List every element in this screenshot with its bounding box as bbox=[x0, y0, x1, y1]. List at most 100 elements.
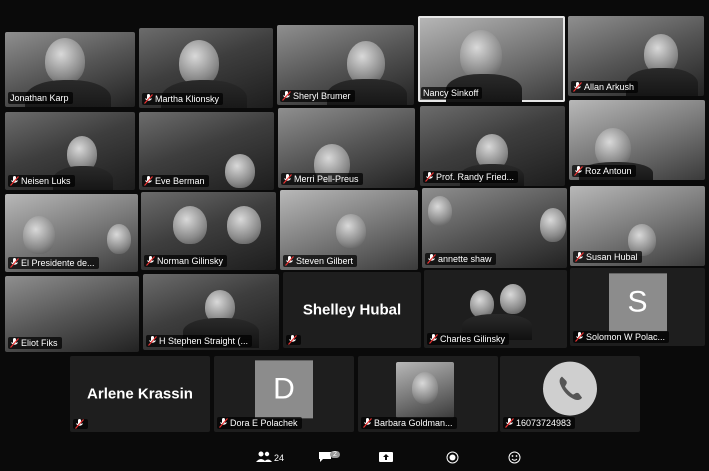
participant-name: El Presidente de... bbox=[21, 258, 95, 268]
video-tile[interactable]: Prof. Randy Fried... bbox=[420, 106, 565, 186]
participant-video bbox=[428, 196, 452, 226]
muted-mic-icon bbox=[148, 336, 157, 346]
video-grid: Jonathan Karp Martha Klionsky Sheryl Bru… bbox=[0, 0, 709, 471]
video-tile[interactable]: Eve Berman bbox=[139, 112, 274, 190]
phone-icon bbox=[543, 361, 597, 416]
participant-name: Eliot Fiks bbox=[21, 338, 58, 348]
video-tile[interactable]: 16073724983 bbox=[500, 356, 640, 432]
video-tile[interactable]: Susan Hubal bbox=[570, 186, 705, 266]
muted-mic-icon bbox=[288, 335, 297, 345]
avatar-letter: S bbox=[608, 273, 667, 332]
participant-name: Solomon W Polac... bbox=[586, 332, 666, 342]
muted-mic-icon bbox=[144, 94, 153, 104]
video-tile[interactable]: Allan Arkush bbox=[568, 16, 704, 96]
participant-name: Norman Gilinsky bbox=[157, 256, 224, 266]
video-tile[interactable]: Charles Gilinsky bbox=[424, 270, 567, 348]
participant-name-label: annette shaw bbox=[425, 253, 496, 265]
reactions-button[interactable] bbox=[508, 451, 521, 466]
participant-name-label: Martha Klionsky bbox=[142, 93, 224, 105]
active-speaker-tile[interactable]: Nancy Sinkoff bbox=[418, 16, 565, 102]
muted-mic-icon bbox=[283, 174, 292, 184]
participant-name: H Stephen Straight (... bbox=[159, 336, 249, 346]
participants-button[interactable]: 24 bbox=[256, 451, 284, 465]
video-tile[interactable]: Steven Gilbert bbox=[280, 190, 418, 270]
participant-name-label bbox=[286, 335, 301, 345]
video-tile[interactable]: Arlene Krassin bbox=[70, 356, 210, 432]
participant-video bbox=[173, 206, 207, 244]
participant-name-label: 16073724983 bbox=[503, 417, 576, 429]
participant-name-label: Roz Antoun bbox=[572, 165, 636, 177]
share-screen-icon bbox=[378, 451, 394, 465]
participant-name: Steven Gilbert bbox=[296, 256, 354, 266]
video-tile[interactable]: Eliot Fiks bbox=[5, 276, 139, 352]
video-tile[interactable]: D Dora E Polachek bbox=[214, 356, 354, 432]
video-tile[interactable]: Martha Klionsky bbox=[139, 28, 273, 108]
participants-count: 24 bbox=[274, 453, 285, 463]
muted-mic-icon bbox=[10, 258, 19, 268]
muted-mic-icon bbox=[144, 176, 153, 186]
video-tile[interactable]: H Stephen Straight (... bbox=[143, 274, 279, 350]
participant-name: Merri Pell-Preus bbox=[294, 174, 359, 184]
muted-mic-icon bbox=[427, 254, 436, 264]
share-screen-button[interactable] bbox=[378, 451, 394, 465]
muted-mic-icon bbox=[425, 172, 434, 182]
participant-name: 16073724983 bbox=[516, 418, 572, 428]
muted-mic-icon bbox=[10, 176, 19, 186]
chat-button[interactable]: 2 bbox=[318, 450, 340, 465]
muted-mic-icon bbox=[10, 338, 19, 348]
participant-name-label: Jonathan Karp bbox=[8, 92, 73, 104]
participant-display-name: Shelley Hubal bbox=[302, 301, 402, 319]
participant-name: Barbara Goldman... bbox=[374, 418, 453, 428]
video-tile[interactable]: Shelley Hubal bbox=[283, 272, 421, 348]
video-tile[interactable]: Roz Antoun bbox=[569, 100, 705, 180]
record-button[interactable] bbox=[446, 451, 459, 466]
participant-name-label: Merri Pell-Preus bbox=[281, 173, 363, 185]
participant-video bbox=[540, 208, 566, 242]
participant-name-label: Prof. Randy Fried... bbox=[423, 171, 519, 183]
participant-name: Charles Gilinsky bbox=[440, 334, 506, 344]
participant-name-label: Charles Gilinsky bbox=[427, 333, 510, 345]
participant-name: Roz Antoun bbox=[585, 166, 632, 176]
participant-name: Dora E Polachek bbox=[230, 418, 298, 428]
video-tile[interactable]: Merri Pell-Preus bbox=[278, 108, 415, 188]
muted-mic-icon bbox=[75, 419, 84, 429]
video-tile[interactable]: Barbara Goldman... bbox=[358, 356, 498, 432]
video-tile[interactable]: Jonathan Karp bbox=[5, 32, 135, 107]
participant-video bbox=[23, 216, 55, 254]
muted-mic-icon bbox=[282, 91, 291, 101]
muted-mic-icon bbox=[575, 332, 584, 342]
video-tile[interactable]: S Solomon W Polac... bbox=[570, 268, 705, 346]
participant-name-label: Allan Arkush bbox=[571, 81, 639, 93]
muted-mic-icon bbox=[363, 418, 372, 428]
participant-name: Sheryl Brumer bbox=[293, 91, 351, 101]
participant-name-label: Neisen Luks bbox=[8, 175, 75, 187]
muted-mic-icon bbox=[429, 334, 438, 344]
muted-mic-icon bbox=[574, 166, 583, 176]
chat-badge: 2 bbox=[330, 450, 340, 458]
muted-mic-icon bbox=[146, 256, 155, 266]
participant-name-label: Susan Hubal bbox=[573, 251, 642, 263]
muted-mic-icon bbox=[575, 252, 584, 262]
participant-name-label: H Stephen Straight (... bbox=[146, 335, 253, 347]
participant-name-label: Norman Gilinsky bbox=[144, 255, 228, 267]
participant-name-label: Eve Berman bbox=[142, 175, 209, 187]
video-tile[interactable]: annette shaw bbox=[422, 188, 567, 268]
participant-video bbox=[227, 206, 261, 244]
video-tile[interactable]: Sheryl Brumer bbox=[277, 25, 414, 105]
participant-name-label: El Presidente de... bbox=[8, 257, 99, 269]
meeting-toolbar bbox=[0, 445, 709, 471]
participant-name-label: Dora E Polachek bbox=[217, 417, 302, 429]
video-tile[interactable]: Norman Gilinsky bbox=[141, 192, 276, 270]
participant-name: Jonathan Karp bbox=[10, 93, 69, 103]
participant-name-label: Barbara Goldman... bbox=[361, 417, 457, 429]
participant-name: Susan Hubal bbox=[586, 252, 638, 262]
participant-name-label: Eliot Fiks bbox=[8, 337, 62, 349]
video-tile[interactable]: El Presidente de... bbox=[5, 194, 138, 272]
participant-video bbox=[45, 38, 85, 84]
participant-name: Nancy Sinkoff bbox=[423, 88, 479, 98]
video-tile[interactable]: Neisen Luks bbox=[5, 112, 135, 190]
participant-name: annette shaw bbox=[438, 254, 492, 264]
participant-name: Neisen Luks bbox=[21, 176, 71, 186]
participant-name-label: Steven Gilbert bbox=[283, 255, 358, 267]
participant-name: Eve Berman bbox=[155, 176, 205, 186]
